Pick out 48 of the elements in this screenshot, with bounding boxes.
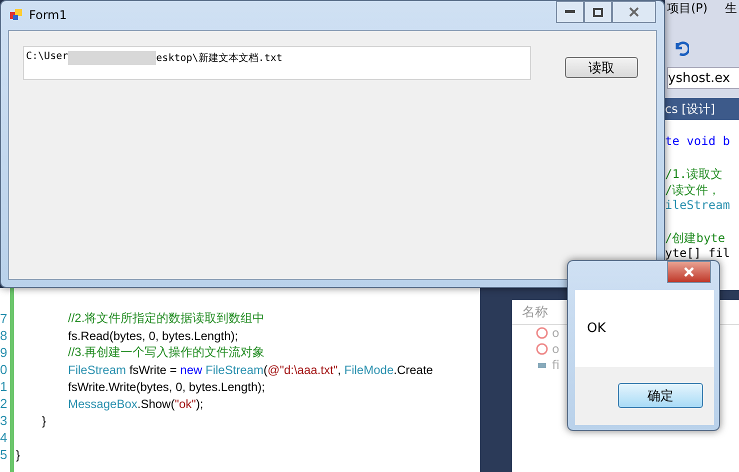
line-number: 0: [0, 362, 8, 377]
window-title: Form1: [29, 8, 67, 22]
code-line: /1.读取文: [665, 166, 724, 182]
minimize-icon: [565, 10, 575, 14]
ok-button[interactable]: 确定: [618, 383, 703, 408]
close-button[interactable]: [612, 1, 656, 23]
watch-name: o: [552, 326, 560, 340]
error-icon: [536, 327, 548, 339]
read-button[interactable]: 读取: [565, 57, 638, 78]
path-field[interactable]: C:\User esktop\新建文本文档.txt: [23, 46, 531, 80]
line-number: 9: [0, 345, 8, 360]
code-line: /读文件，: [665, 182, 722, 198]
line-number: 4: [0, 430, 8, 445]
watch-name: fi: [552, 358, 560, 372]
close-icon: [684, 267, 694, 277]
line-number: 7: [0, 311, 8, 326]
column-header: 名称: [522, 304, 548, 321]
undo-icon[interactable]: [673, 40, 689, 56]
code-line: //2.将文件所指定的数据读取到数组中: [68, 310, 265, 327]
code-line: fsWrite.Write(bytes, 0, bytes.Length);: [68, 380, 265, 394]
line-number: 1: [0, 379, 8, 394]
maximize-button[interactable]: [584, 1, 612, 23]
code-line: MessageBox.Show("ok");: [68, 396, 204, 410]
code-line: FileStream fsWrite = new FileStream(@"d:\aaa.txt", FileMode.Create: [68, 362, 433, 376]
code-line: yte[] fil: [665, 246, 732, 262]
line-number: 5: [0, 447, 8, 462]
code-line: }: [42, 414, 46, 428]
message-text: OK: [587, 321, 606, 336]
document-tab[interactable]: cs [设计]: [665, 98, 739, 120]
close-button[interactable]: [667, 261, 711, 283]
maximize-icon: [593, 8, 603, 16]
line-number: 2: [0, 396, 8, 411]
code-line: fs.Read(bytes, 0, bytes.Length);: [68, 328, 238, 342]
line-number: 8: [0, 328, 8, 343]
code-line: //3.再创建一个写入操作的文件流对象: [68, 344, 265, 361]
app-icon: [9, 8, 23, 22]
error-icon: [536, 343, 548, 355]
menu-item[interactable]: 项目(P): [667, 0, 708, 17]
menu-item[interactable]: 生: [725, 0, 737, 17]
line-number: 3: [0, 413, 8, 428]
project-combo[interactable]: yshost.ex: [667, 67, 739, 89]
code-line: }: [16, 448, 20, 462]
code-line: ileStream: [665, 198, 732, 214]
close-icon: [629, 7, 639, 17]
code-line: /创建byte: [665, 230, 726, 246]
code-line: te void b: [665, 134, 732, 150]
minimize-button[interactable]: [556, 1, 584, 23]
watch-name: o: [552, 342, 560, 356]
